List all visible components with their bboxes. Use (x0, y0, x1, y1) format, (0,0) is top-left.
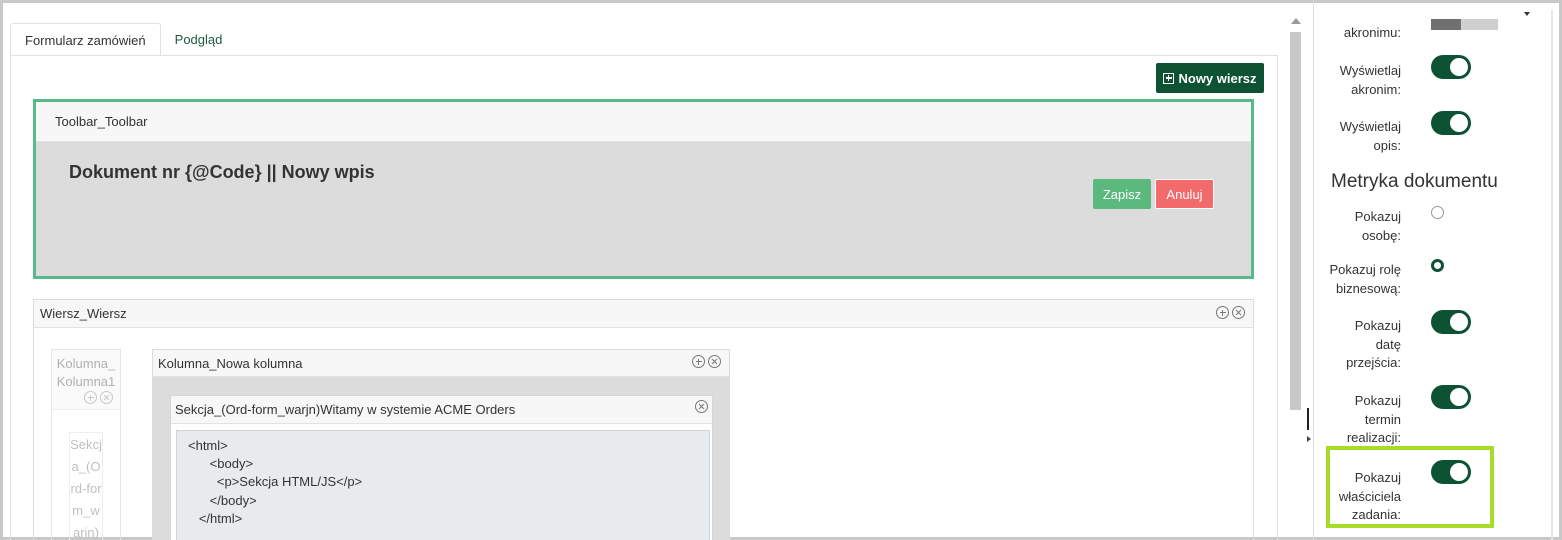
tab-preview[interactable]: Podgląd (161, 23, 237, 56)
code-line: <body> (188, 456, 254, 472)
show-business-role-radio[interactable] (1431, 259, 1444, 272)
metrics-section-title: Metryka dokumentu (1331, 171, 1498, 192)
show-acronym-toggle[interactable] (1431, 55, 1471, 79)
panel-splitter[interactable] (1307, 408, 1309, 430)
plus-square-icon (1163, 72, 1175, 84)
column2-controls (692, 355, 721, 368)
column-nowa-kolumna-header: Kolumna_Nowa kolumna (153, 350, 729, 377)
toolbar-block-header: Toolbar_Toolbar (36, 102, 1251, 142)
html-section-header: Sekcja_(Ord-form_warjn)Witamy w systemie… (171, 396, 712, 424)
add-icon[interactable] (692, 355, 705, 368)
caret-down-icon[interactable] (1524, 12, 1530, 16)
show-deadline-toggle[interactable] (1431, 385, 1471, 409)
new-row-button[interactable]: Nowy wiersz (1156, 63, 1264, 93)
code-line: </body> (188, 492, 257, 508)
close-icon[interactable] (708, 355, 721, 368)
code-line: </html> (188, 510, 243, 526)
acronym-label: akronimu: (1343, 25, 1401, 40)
tab-bar: Formularz zamówień Podgląd (10, 23, 236, 56)
close-icon[interactable] (695, 400, 708, 413)
column-kolumna1-section[interactable]: Sekcja_(Ord-form_warjn) (69, 432, 103, 540)
highlight-box (1326, 446, 1494, 528)
show-person-radio[interactable] (1431, 206, 1444, 219)
scroll-up-icon[interactable] (1291, 18, 1301, 24)
section-controls (695, 400, 708, 413)
row-controls (1216, 306, 1245, 319)
code-editor[interactable]: <html> <body> <p>Sekcja HTML/JS</p> </bo… (176, 430, 710, 540)
main-scrollbar[interactable] (1288, 15, 1304, 540)
column-nowa-kolumna[interactable]: Kolumna_Nowa kolumna Sekcja_(Ord-form_wa… (152, 349, 730, 540)
new-row-label: Nowy wiersz (1178, 70, 1257, 86)
html-section[interactable]: Sekcja_(Ord-form_warjn)Witamy w systemie… (170, 395, 713, 540)
show-description-label: Wyświetlaj opis: (1339, 119, 1401, 153)
show-acronym-label: Wyświetlaj akronim: (1339, 63, 1401, 97)
show-description-toggle[interactable] (1431, 111, 1471, 135)
code-line: <html> (188, 438, 228, 453)
show-transition-date-toggle[interactable] (1431, 310, 1471, 334)
show-transition-date-label: Pokazuj datę przejścia: (1346, 318, 1401, 370)
cancel-button[interactable]: Anuluj (1155, 179, 1214, 209)
tab-order-form[interactable]: Formularz zamówień (10, 23, 161, 56)
add-icon[interactable] (1216, 306, 1229, 319)
show-business-role-label: Pokazuj rolę biznesową: (1329, 262, 1401, 296)
show-person-label: Pokazuj osobę: (1354, 209, 1401, 243)
close-icon[interactable] (1232, 306, 1245, 319)
add-icon[interactable] (84, 391, 97, 404)
scrollbar-thumb[interactable] (1290, 32, 1301, 410)
code-line: <p>Sekcja HTML/JS</p> (188, 474, 363, 490)
save-button[interactable]: Zapisz (1093, 179, 1151, 209)
document-title: Dokument nr {@Code} || Nowy wpis (69, 162, 375, 182)
column1-controls (84, 391, 113, 404)
show-deadline-label: Pokazuj termin realizacji: (1346, 393, 1401, 445)
properties-scrollbar[interactable] (1551, 10, 1553, 540)
row-block-header: Wiersz_Wiersz (34, 300, 1253, 328)
close-icon[interactable] (100, 391, 113, 404)
acronym-field[interactable] (1431, 19, 1498, 30)
expand-arrow-icon[interactable] (1307, 436, 1311, 442)
toolbar-block[interactable]: Toolbar_Toolbar Dokument nr {@Code} || N… (33, 99, 1254, 279)
